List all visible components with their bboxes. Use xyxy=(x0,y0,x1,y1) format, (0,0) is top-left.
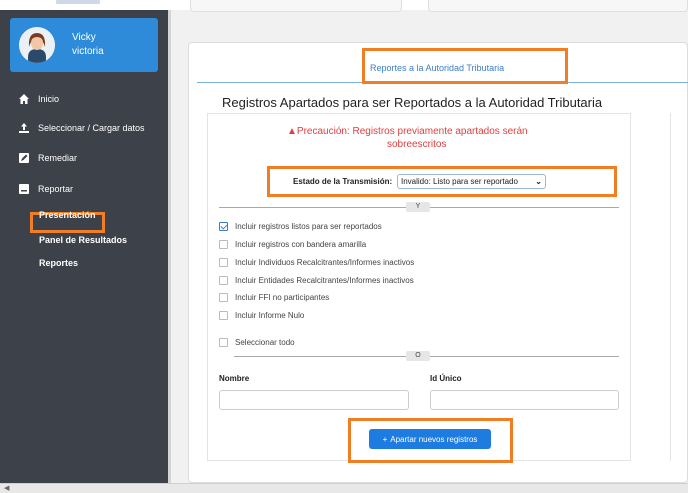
checkbox-label: Incluir FFI no participantes xyxy=(235,293,330,302)
warning-text-continued: sobreescritos xyxy=(387,139,447,150)
right-panel-edge xyxy=(670,113,688,461)
sidebar-item-label: Reportar xyxy=(38,184,74,194)
checkbox[interactable] xyxy=(219,240,228,249)
warning-message: ▲Precaución: Registros previamente apart… xyxy=(287,126,528,137)
brand-logo xyxy=(56,0,100,4)
sidebar-subitem-panel[interactable]: Panel de Resultados xyxy=(39,235,127,245)
checkbox[interactable] xyxy=(219,276,228,285)
id-label: Id Único xyxy=(430,374,462,383)
user-card[interactable]: Vicky victoria xyxy=(10,18,158,72)
user-avatar-icon xyxy=(19,27,55,63)
warning-text: Precaución: Registros previamente aparta… xyxy=(296,126,528,137)
tab-highlight xyxy=(362,48,568,84)
checkbox-label: Incluir registros listos para ser report… xyxy=(235,222,382,231)
checkbox-row[interactable]: Incluir registros listos para ser report… xyxy=(219,222,382,231)
checkbox-row[interactable]: Incluir Entidades Recalcitrantes/Informe… xyxy=(219,276,414,285)
divider-and-label: Y xyxy=(406,202,430,212)
checkbox-label: Incluir Informe Nulo xyxy=(235,311,305,320)
sidebar-item-seleccionar[interactable]: Seleccionar / Cargar datos xyxy=(18,122,145,134)
sidebar-item-inicio[interactable]: Inicio xyxy=(18,93,59,105)
checkbox-row[interactable]: Incluir FFI no participantes xyxy=(219,293,329,302)
checkbox[interactable] xyxy=(219,311,228,320)
sidebar-scrollbar[interactable] xyxy=(168,10,171,483)
checkbox-label: Incluir Entidades Recalcitrantes/Informe… xyxy=(235,276,414,285)
sidebar-item-label: Seleccionar / Cargar datos xyxy=(38,123,145,133)
checkbox-row[interactable]: Incluir registros con bandera amarilla xyxy=(219,240,366,249)
report-icon xyxy=(19,184,29,194)
status-select[interactable]: Invalido: Listo para ser reportado ⌄ xyxy=(397,174,546,189)
top-panel-left xyxy=(190,0,402,12)
divider-or-label: O xyxy=(406,351,430,361)
status-select-value: Invalido: Listo para ser reportado xyxy=(401,177,518,186)
top-panel-right xyxy=(428,0,688,12)
scroll-left-icon[interactable]: ◀ xyxy=(4,484,9,492)
select-all-checkbox[interactable] xyxy=(219,338,228,347)
horizontal-scrollbar[interactable]: ◀ xyxy=(0,483,688,493)
checkbox[interactable] xyxy=(219,222,228,231)
checkbox-row[interactable]: Incluir Individuos Recalcitrantes/Inform… xyxy=(219,258,414,267)
sidebar-item-label: Inicio xyxy=(38,94,60,104)
home-icon xyxy=(19,94,29,104)
sidebar-subitem-reportes[interactable]: Reportes xyxy=(39,258,78,268)
checkbox[interactable] xyxy=(219,258,228,267)
user-last-name: victoria xyxy=(72,46,104,57)
sidebar-item-label: Remediar xyxy=(38,153,78,163)
page-title: Registros Apartados para ser Reportados … xyxy=(222,95,603,110)
apartar-registros-button[interactable]: + Apartar nuevos registros xyxy=(369,429,491,449)
user-first-name: Vicky xyxy=(72,32,96,43)
sidebar-subitem-presentacion[interactable]: Presentación xyxy=(39,210,96,220)
edit-icon xyxy=(19,153,29,163)
status-label: Estado de la Transmisión: xyxy=(293,177,393,186)
checkbox-row[interactable]: Incluir Informe Nulo xyxy=(219,311,304,320)
sidebar-item-reportar[interactable]: Reportar xyxy=(18,183,73,195)
select-all-label: Seleccionar todo xyxy=(235,338,295,347)
checkbox-label: Incluir registros con bandera amarilla xyxy=(235,240,367,249)
checkbox[interactable] xyxy=(219,293,228,302)
upload-icon xyxy=(19,123,29,133)
checkbox-label: Incluir Individuos Recalcitrantes/Inform… xyxy=(235,258,415,267)
sidebar-item-remediar[interactable]: Remediar xyxy=(18,152,77,164)
sidebar: Vicky victoria Inicio Seleccionar / Carg… xyxy=(0,10,168,483)
button-label: Apartar nuevos registros xyxy=(390,434,478,444)
plus-icon: + xyxy=(382,434,388,444)
name-input[interactable] xyxy=(219,390,409,410)
warning-icon: ▲ xyxy=(287,126,297,137)
id-input[interactable] xyxy=(430,390,619,410)
select-all-row[interactable]: Seleccionar todo xyxy=(219,338,295,347)
avatar xyxy=(19,27,55,63)
name-label: Nombre xyxy=(219,374,250,383)
chevron-down-icon: ⌄ xyxy=(535,177,542,186)
